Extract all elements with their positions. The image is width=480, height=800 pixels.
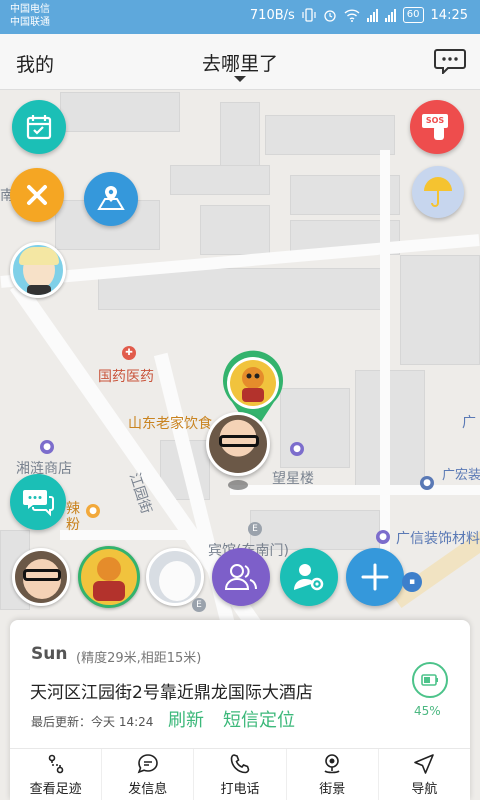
send-message-button[interactable]: 发信息 [102,749,195,800]
action-bar: 查看足迹 发信息 打电话 街景 导航 [10,749,470,800]
calendar-button[interactable] [12,100,66,154]
message-icon [137,753,158,773]
poi-label[interactable]: 广信装饰材料 [396,528,480,548]
weather-button[interactable] [412,166,464,218]
device-name: Sun [31,644,68,664]
bus-stop-icon: ▪ [402,572,422,592]
calendar-check-icon [26,115,52,140]
bar-label: 发信息 [128,781,168,797]
user-settings-icon [294,564,324,591]
refresh-button[interactable]: 刷新 [168,706,204,732]
page-title[interactable]: 去哪里了 [0,49,480,76]
vibrate-icon [302,8,316,22]
map-building [200,205,270,255]
umbrella-icon [424,177,452,207]
call-button[interactable]: 打电话 [194,749,287,800]
customer-service-avatar[interactable] [10,242,66,298]
marker-shadow [228,480,248,490]
poi-label[interactable]: 广宏装饰材 [442,464,480,483]
bar-label: 查看足迹 [29,781,82,797]
building-icon: ● [290,442,304,456]
navigation-button[interactable]: 导航 [379,749,470,800]
battery-icon [412,662,448,698]
member-settings-button[interactable] [280,548,338,606]
group-icon [224,564,257,590]
street-view-button[interactable]: 街景 [287,749,379,800]
pharmacy-icon: ✚ [122,346,136,360]
map-building [265,115,395,155]
last-update: 最后更新：今天 14:24 [31,715,154,729]
bar-label: 导航 [411,781,438,797]
plus-icon [361,563,389,591]
network-speed: 710B/s [249,7,295,23]
bar-label: 打电话 [220,781,260,797]
map-road [60,530,210,540]
device-info-card: Sun (精度29米,相距15米) 天河区江园街2号靠近鼎龙国际大酒店 最后更新… [10,620,470,800]
close-button[interactable] [10,168,64,222]
shop-icon: ● [40,440,54,454]
app-header: 我的 去哪里了 [0,34,480,90]
footprint-icon [48,754,63,773]
sos-hand-icon: SOS [422,112,452,142]
poi-label: 粉 [66,517,80,533]
chat-message-icon[interactable] [434,48,466,74]
clock: 14:25 [430,7,468,23]
map-building [60,92,180,132]
device-avatar-3[interactable] [146,548,204,606]
phone-icon [230,753,250,773]
chevron-down-icon[interactable] [234,76,246,82]
bar-label: 街景 [319,781,346,797]
map-road [230,485,480,495]
sos-button[interactable]: SOS [410,100,464,154]
map-building [170,165,270,195]
poi-label[interactable]: 山东老家饮食 [128,413,212,433]
map-building [280,388,350,468]
battery-indicator: 60 [402,7,424,23]
carrier-2: 中国联通 [10,17,50,28]
close-icon [27,185,47,205]
device-avatar-1[interactable] [12,548,70,606]
map-road [391,490,480,608]
signal-icon [366,8,378,22]
map-building [220,102,260,172]
chat-button[interactable] [10,474,66,530]
map-building [400,255,480,365]
street-view-icon [324,753,340,773]
status-indicators: 710B/s 60 14:25 [250,7,468,23]
sms-locate-button[interactable]: 短信定位 [223,706,295,732]
device-avatar-2[interactable] [78,546,140,608]
poi-label: 广 [462,415,476,431]
carrier-info: 中国电信 中国联通 [10,3,50,29]
exit-icon: E [248,522,262,536]
map-road [380,150,390,590]
map-pin-icon [97,186,125,210]
carrier-1: 中国电信 [10,4,50,15]
view-footprint-button[interactable]: 查看足迹 [10,749,103,800]
device-address: 天河区江园街2号靠近鼎龙国际大酒店 [30,683,313,703]
chat-bubbles-icon [23,490,54,517]
signal-icon-2 [384,8,396,22]
navigation-icon [414,753,435,774]
group-button[interactable] [212,548,270,606]
map-location-button[interactable] [84,172,138,226]
map-building [355,370,425,490]
battery-percent: 45% [414,704,441,718]
store-icon: ● [376,530,390,544]
alarm-icon [324,10,336,22]
poi-label[interactable]: 国药医药 [98,366,154,386]
food-icon: ● [86,504,100,518]
accuracy-distance: (精度29米,相距15米) [76,651,202,666]
add-device-button[interactable] [346,548,404,606]
user-location-avatar[interactable] [206,412,270,476]
exit-icon: E [192,598,206,612]
wifi-icon [344,8,360,22]
store-icon: ● [420,476,434,490]
status-bar: 中国电信 中国联通 710B/s 60 14:25 [0,0,480,34]
poi-label[interactable]: 望星楼 [272,468,314,488]
